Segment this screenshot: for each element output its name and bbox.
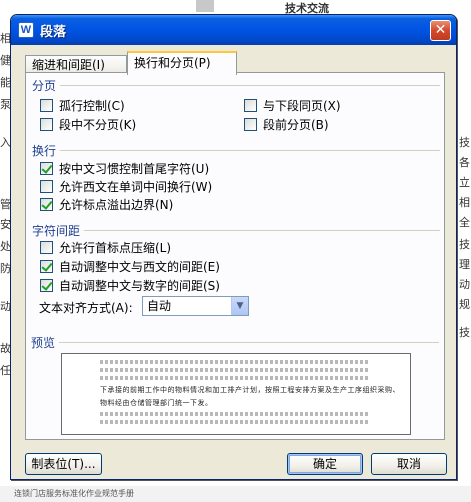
background-right-fragment: 立 xyxy=(459,176,470,189)
tab-line-page-breaks[interactable]: 换行和分页(P) xyxy=(127,51,237,75)
checkbox[interactable] xyxy=(244,117,257,131)
section-divider xyxy=(59,342,439,343)
background-right-fragment: 各 xyxy=(459,156,470,169)
background-right-fragment: 相 xyxy=(459,196,470,209)
option-auto-space-cjk-digits[interactable]: 自动调整中文与数字的间距(S) xyxy=(40,277,220,293)
option-keep-with-next[interactable]: 与下段同页(X) xyxy=(244,97,341,113)
option-hanging-punctuation[interactable]: 允许标点溢出边界(N) xyxy=(40,196,173,212)
checkbox[interactable] xyxy=(40,117,53,131)
option-latin-word-wrap[interactable]: 允许西文在单词中间换行(W) xyxy=(40,178,212,194)
text-align-label: 文本对齐方式(A): xyxy=(39,301,133,315)
background-right-fragment: 技 xyxy=(459,326,470,339)
background-right-fragment: 理 xyxy=(459,258,470,271)
option-label: 段中不分页(K) xyxy=(59,117,137,132)
background-ruler xyxy=(196,0,214,12)
dialog-titlebar[interactable]: W 段落 ✕ xyxy=(11,15,456,45)
option-chinese-line-rules[interactable]: 按中文习惯控制首尾字符(U) xyxy=(40,160,209,176)
preview-placeholder-line xyxy=(100,376,370,380)
dialog-title: 段落 xyxy=(40,25,67,40)
preview-sample-text: 物料经由仓储管理部门统一下发。 xyxy=(100,399,213,407)
option-page-break-before[interactable]: 段前分页(B) xyxy=(244,116,329,132)
section-title-line-break: 换行 xyxy=(32,144,57,158)
option-label: 按中文习惯控制首尾字符(U) xyxy=(59,161,210,176)
ok-button[interactable]: 确定 xyxy=(287,453,363,475)
checkbox[interactable] xyxy=(40,240,53,254)
close-button[interactable]: ✕ xyxy=(430,20,451,41)
option-label: 段前分页(B) xyxy=(263,117,329,132)
checkbox[interactable] xyxy=(244,98,257,112)
cancel-button[interactable]: 取消 xyxy=(371,453,447,475)
paragraph-dialog: W 段落 ✕ 缩进和间距(I) 换行和分页(P) 分页 孤行控制(C) 与下段同… xyxy=(10,14,457,480)
option-label: 孤行控制(C) xyxy=(59,98,125,113)
option-keep-lines-together[interactable]: 段中不分页(K) xyxy=(40,116,136,132)
preview-sample-text: 下承接的前期工作中的物料情况和加工排产计划，按照工程安排方案及生产工序组织采购、 xyxy=(100,386,400,394)
checkbox[interactable] xyxy=(40,259,53,273)
background-right-fragment: 技 xyxy=(459,136,470,149)
paragraph-preview: 下承接的前期工作中的物料情况和加工排产计划，按照工程安排方案及生产工序组织采购、… xyxy=(61,353,411,435)
checkbox[interactable] xyxy=(40,161,53,175)
checkbox[interactable] xyxy=(40,179,53,193)
background-right-fragment: 技 xyxy=(459,238,470,251)
section-title-preview: 预览 xyxy=(31,336,56,350)
preview-placeholder-line xyxy=(100,420,370,424)
option-compress-leading-punctuation[interactable]: 允许行首标点压缩(L) xyxy=(40,239,171,255)
option-label: 允许标点溢出边界(N) xyxy=(59,197,174,212)
section-divider xyxy=(60,85,440,86)
option-label: 自动调整中文与西文的间距(E) xyxy=(59,259,220,274)
section-divider xyxy=(84,230,440,231)
tabs-button[interactable]: 制表位(T)... xyxy=(25,453,102,475)
chevron-down-icon[interactable]: ▼ xyxy=(231,297,248,315)
background-right-fragment: 全 xyxy=(459,216,470,229)
checkbox[interactable] xyxy=(40,98,53,112)
option-widow-control[interactable]: 孤行控制(C) xyxy=(40,97,125,113)
option-label: 自动调整中文与数字的间距(S) xyxy=(59,278,220,293)
section-title-char-spacing: 字符间距 xyxy=(32,224,81,238)
checkbox[interactable] xyxy=(40,197,53,211)
option-label: 与下段同页(X) xyxy=(263,98,341,113)
option-auto-space-cjk-latin[interactable]: 自动调整中文与西文的间距(E) xyxy=(40,258,220,274)
section-title-pagination: 分页 xyxy=(32,79,57,93)
checkbox[interactable] xyxy=(40,278,53,292)
preview-placeholder-line xyxy=(100,412,370,416)
text-align-select[interactable]: 自动 ▼ xyxy=(142,296,249,316)
option-label: 允许西文在单词中间换行(W) xyxy=(59,179,213,194)
background-right-fragment: 规 xyxy=(459,298,470,311)
text-align-value: 自动 xyxy=(147,299,172,313)
option-label: 允许行首标点压缩(L) xyxy=(59,240,172,255)
preview-placeholder-line xyxy=(100,360,370,364)
section-divider xyxy=(60,150,440,151)
background-footer-text: 连锁门店服务标准化作业规范手册 xyxy=(14,489,134,498)
background-right-fragment: 动 xyxy=(459,278,470,291)
preview-placeholder-line xyxy=(100,368,370,372)
wps-writer-icon: W xyxy=(18,22,34,38)
